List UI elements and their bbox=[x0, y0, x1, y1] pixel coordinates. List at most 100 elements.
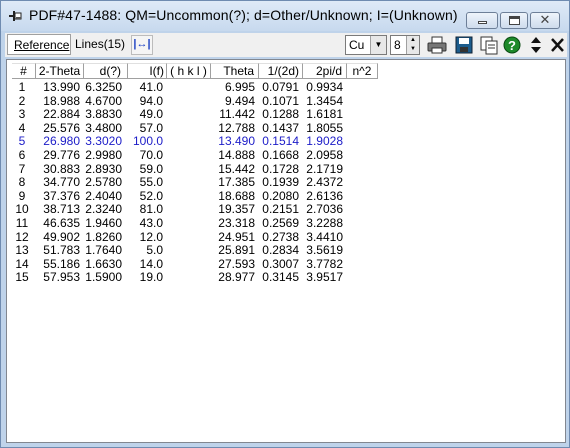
table-cell: 100.0 bbox=[132, 134, 163, 149]
table-cell: 1.9028 bbox=[306, 134, 343, 149]
count-spinner[interactable]: 8 ▲ ▼ bbox=[390, 35, 420, 55]
column-header[interactable]: n^2 bbox=[347, 63, 378, 79]
table-cell: 30.883 bbox=[43, 161, 80, 176]
table-cell: 0.1437 bbox=[262, 120, 299, 135]
tab-lines[interactable]: Lines(15) bbox=[72, 34, 128, 55]
table-cell: 14.888 bbox=[218, 147, 255, 162]
column-header[interactable]: 2-Theta bbox=[36, 63, 84, 79]
table-cell: 1 bbox=[18, 80, 26, 94]
column-header[interactable]: 2pi/d bbox=[303, 63, 347, 79]
table-cell: 38.713 bbox=[43, 202, 80, 217]
table-cell: 7 bbox=[18, 161, 26, 176]
table-cell: 3.2288 bbox=[306, 215, 343, 230]
table-cell: 55.186 bbox=[43, 256, 80, 271]
table-cell: 2.1719 bbox=[306, 161, 343, 176]
table-cell: 1.9460 bbox=[85, 215, 122, 230]
minimize-button[interactable] bbox=[466, 12, 498, 29]
table-cell: 2 bbox=[18, 93, 26, 108]
title-bar[interactable]: PDF#47-1488: QM=Uncommon(?); d=Other/Unk… bbox=[1, 1, 569, 31]
help-icon[interactable]: ? bbox=[501, 35, 523, 55]
column-header[interactable]: # bbox=[12, 63, 36, 79]
table-cell: 0.2834 bbox=[262, 243, 299, 258]
chevron-down-icon[interactable]: ▼ bbox=[370, 36, 386, 54]
table-cell: 0.1939 bbox=[262, 175, 299, 190]
table-row[interactable]: 7 30.883 2.8930 59.0 15.442 0.1728 2.1719 bbox=[7, 161, 567, 177]
table-cell: 27.593 bbox=[218, 256, 255, 271]
close-window-button[interactable]: ✕ bbox=[530, 12, 560, 29]
table-cell: 12.788 bbox=[218, 120, 255, 135]
table-row[interactable]: 14 55.186 1.6630 14.0 27.593 0.3007 3.7782 bbox=[7, 256, 567, 272]
close-icon[interactable] bbox=[547, 35, 569, 55]
table-row[interactable]: 10 38.713 2.3240 81.0 19.357 0.2151 2.7036 bbox=[7, 203, 567, 217]
table-cell: 0.2151 bbox=[262, 202, 299, 217]
table-cell: 37.376 bbox=[43, 188, 80, 203]
column-header[interactable]: Theta bbox=[211, 63, 259, 79]
table-row[interactable]: 3 22.884 3.8830 49.0 11.442 0.1288 1.6181 bbox=[7, 108, 567, 122]
tab-reference[interactable]: Reference bbox=[7, 34, 71, 55]
table-cell: 17.385 bbox=[218, 175, 255, 190]
table-cell: 34.770 bbox=[43, 175, 80, 190]
table-cell: 2.4040 bbox=[85, 188, 122, 203]
expand-columns-icon[interactable]: |↔| bbox=[131, 35, 153, 55]
svg-text:?: ? bbox=[508, 38, 516, 53]
table-cell: 2.4372 bbox=[306, 175, 343, 190]
table-cell: 25.576 bbox=[43, 120, 80, 135]
table-row[interactable]: 12 49.902 1.8260 12.0 24.951 0.2738 3.4410 bbox=[7, 229, 567, 245]
copy-icon[interactable] bbox=[478, 35, 500, 55]
table-cell: 15 bbox=[15, 270, 29, 285]
table-cell: 26.980 bbox=[43, 134, 80, 149]
spin-arrows-icon[interactable]: ▲ ▼ bbox=[406, 36, 419, 54]
table-cell: 43.0 bbox=[139, 215, 163, 230]
table-row[interactable]: 5 26.980 3.3020 100.0 13.490 0.1514 1.9028 bbox=[7, 135, 567, 149]
table-cell: 13 bbox=[15, 243, 29, 258]
table-cell: 2.6136 bbox=[306, 188, 343, 203]
table-cell: 57.0 bbox=[139, 120, 163, 135]
table-cell: 18.688 bbox=[218, 188, 255, 203]
column-header[interactable]: 1/(2d) bbox=[259, 63, 303, 79]
table-cell: 1.8260 bbox=[85, 229, 122, 244]
table-header: # 2-Theta d(?) I(f) ( h k l ) Theta 1/(2… bbox=[7, 63, 567, 79]
table-cell: 0.2569 bbox=[262, 215, 299, 230]
table-cell: 8 bbox=[18, 175, 26, 190]
table-cell: 9 bbox=[18, 188, 26, 203]
table-cell: 57.953 bbox=[43, 270, 80, 285]
table-row[interactable]: 13 51.783 1.7640 5.0 25.891 0.2834 3.5619 bbox=[7, 244, 567, 258]
table-row[interactable]: 1 13.990 6.3250 41.0 6.995 0.0791 0.9934 bbox=[7, 80, 567, 95]
column-header[interactable]: I(f) bbox=[128, 63, 167, 79]
table-cell: 4.6700 bbox=[85, 93, 122, 108]
table-body: 1 13.990 6.3250 41.0 6.995 0.0791 0.9934 2 18.98… bbox=[7, 80, 567, 285]
maximize-button[interactable] bbox=[500, 12, 528, 29]
table-row[interactable]: 2 18.988 4.6700 94.0 9.494 0.1071 1.3454 bbox=[7, 93, 567, 109]
table-cell: 2.9980 bbox=[85, 147, 122, 162]
table-cell: 3.7782 bbox=[306, 256, 343, 271]
table-row[interactable]: 9 37.376 2.4040 52.0 18.688 0.2080 2.6136 bbox=[7, 188, 567, 204]
table-cell: 3.8830 bbox=[85, 107, 122, 122]
table-cell: 11 bbox=[15, 215, 29, 230]
table-cell: 3.3020 bbox=[85, 134, 122, 149]
table-cell: 2.3240 bbox=[85, 202, 122, 217]
table-cell: 0.3145 bbox=[262, 270, 299, 285]
save-icon[interactable] bbox=[453, 35, 475, 55]
column-header[interactable]: ( h k l ) bbox=[167, 63, 211, 79]
table-cell: 2.5780 bbox=[85, 175, 122, 190]
table-cell: 0.2080 bbox=[262, 188, 299, 203]
column-header[interactable]: d(?) bbox=[84, 63, 128, 79]
print-icon[interactable] bbox=[426, 35, 448, 55]
table-cell: 13.490 bbox=[218, 134, 255, 149]
table-row[interactable]: 4 25.576 3.4800 57.0 12.788 0.1437 1.8055 bbox=[7, 120, 567, 136]
pushpin-icon[interactable] bbox=[9, 10, 23, 22]
table-cell: 28.977 bbox=[218, 270, 255, 285]
table-cell: 29.776 bbox=[43, 147, 80, 162]
table-cell: 18.988 bbox=[43, 93, 80, 108]
table-row[interactable]: 8 34.770 2.5780 55.0 17.385 0.1939 2.4372 bbox=[7, 176, 567, 190]
table-cell: 6.995 bbox=[224, 80, 255, 94]
table-cell: 19.357 bbox=[218, 202, 255, 217]
close-x-icon: ✕ bbox=[539, 12, 551, 27]
radiation-select[interactable]: Cu ▼ bbox=[345, 35, 387, 55]
table-row[interactable]: 11 46.635 1.9460 43.0 23.318 0.2569 3.2288 bbox=[7, 215, 567, 231]
table-cell: 70.0 bbox=[139, 147, 163, 162]
table-cell: 49.902 bbox=[43, 229, 80, 244]
table-row[interactable]: 15 57.953 1.5900 19.0 28.977 0.3145 3.9517 bbox=[7, 271, 567, 285]
up-down-icon[interactable] bbox=[525, 35, 547, 55]
table-row[interactable]: 6 29.776 2.9980 70.0 14.888 0.1668 2.0958 bbox=[7, 147, 567, 163]
